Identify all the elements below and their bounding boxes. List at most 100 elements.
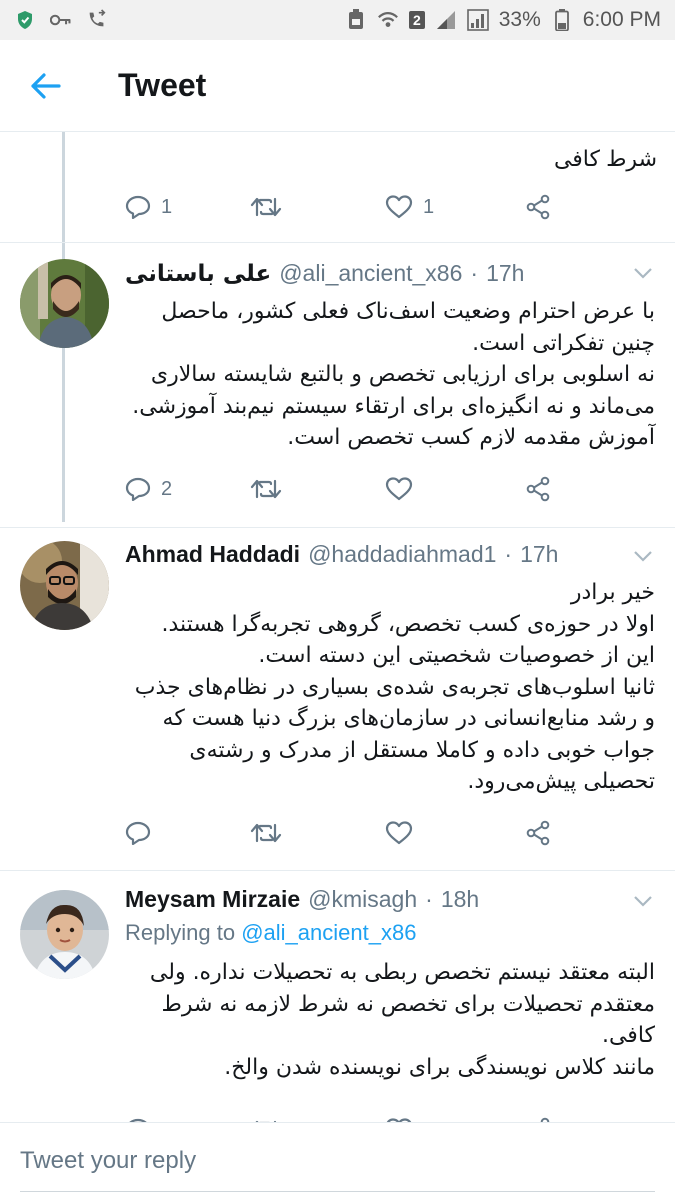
tweet-menu-button[interactable] (633, 549, 653, 567)
share-icon (526, 476, 550, 502)
tweet-line: چنین تفکراتی است. (472, 330, 655, 356)
like-button[interactable] (385, 477, 525, 501)
retweet-icon (250, 197, 282, 217)
author-handle[interactable]: @ali_ancient_x86 (279, 260, 462, 287)
tweet-menu-button[interactable] (633, 894, 653, 912)
share-button[interactable] (525, 194, 551, 220)
tweet-line: و رشد منابع‌انسانی در سازمان‌های بزرگ دن… (162, 706, 655, 731)
author-handle[interactable]: @haddadiahmad1 (308, 541, 496, 568)
author-name[interactable]: Ahmad Haddadi (125, 541, 300, 568)
chevron-down-icon (634, 551, 652, 562)
tweet-text: با عرض احترام وضعیت اسف‌ناک فعلی کشور، م… (120, 296, 655, 454)
tweet-line: مانند کلاس نویسندگی برای نویسنده شدن وال… (224, 1054, 655, 1080)
tweet-line: کافی. (601, 1023, 655, 1048)
tweet-meta: Ahmad Haddadi @haddadiahmad1 · 17h (125, 541, 635, 568)
share-button[interactable] (525, 820, 551, 846)
tweet-actions: 2 (125, 469, 585, 509)
tweet-line: این از خصوصیات شخصیتی این دسته است. (258, 643, 655, 668)
meta-separator: · (470, 260, 479, 286)
chevron-down-icon (634, 896, 652, 907)
meta-separator: · (425, 886, 433, 912)
tweet-line: جواب خوبی داده و کاملا مستقل از مدرک و ر… (189, 737, 655, 763)
like-button[interactable] (385, 821, 525, 845)
share-icon (526, 820, 550, 846)
author-name[interactable]: Meysam Mirzaie (125, 886, 300, 913)
like-button[interactable]: 1 (385, 195, 525, 219)
retweet-button[interactable] (250, 822, 385, 844)
tweet-line: نه اسلوبی برای ارزیابی تخصص و بالتبع شای… (150, 362, 655, 387)
reply-button[interactable]: 1 (125, 195, 250, 219)
replying-to-label: Replying to (125, 920, 236, 945)
partial-tweet-body: شرط کافی (97, 142, 657, 176)
reply-icon (125, 195, 151, 219)
input-underline (20, 1191, 655, 1192)
heart-icon (385, 195, 413, 219)
tweet-item[interactable]: Meysam Mirzaie @kmisagh · 18h Replying t… (0, 870, 675, 1122)
tweet-actions (125, 813, 585, 853)
reply-input[interactable] (20, 1141, 655, 1181)
author-name[interactable]: علی باستانی (125, 261, 271, 287)
heart-icon (385, 821, 413, 845)
tweet-item[interactable]: علی باستانی @ali_ancient_x86 · 17h با عر… (0, 242, 675, 527)
partial-tweet-last-line: شرط کافی (553, 146, 657, 171)
tweet-line: خیر برادر (570, 580, 655, 605)
signal-icon-2 (466, 9, 489, 31)
call-forward-icon (86, 9, 108, 31)
tweet-actions: 1 1 (125, 1110, 585, 1122)
key-icon (50, 9, 72, 31)
retweet-icon (250, 479, 282, 499)
sim-slot-badge: 2 (408, 11, 425, 29)
tweet-line: اولا در حوزه‌ی کسب تخصص، گروهی تجربه‌گرا… (161, 611, 655, 637)
timestamp[interactable]: 18h (441, 886, 479, 913)
status-bar: 2 33% 6:00 PM (0, 0, 675, 40)
reply-button[interactable]: 2 (125, 477, 250, 501)
wifi-icon (377, 9, 399, 31)
tweet-meta: علی باستانی @ali_ancient_x86 · 17h (125, 260, 635, 287)
author-handle[interactable]: @kmisagh (308, 886, 417, 913)
reply-icon (125, 477, 151, 501)
tweet-line: ثانیا اسلوب‌های تجربه‌ی شده‌ی بسیاری در … (134, 674, 655, 700)
reply-count: 1 (161, 195, 173, 218)
battery-icon (551, 9, 573, 31)
timestamp[interactable]: 17h (520, 541, 558, 568)
reply-count: 2 (161, 477, 173, 500)
shield-icon (14, 9, 36, 31)
share-button[interactable] (525, 476, 551, 502)
tweet-line: با عرض احترام وضعیت اسف‌ناک فعلی کشور، م… (161, 299, 655, 324)
timestamp[interactable]: 17h (486, 260, 524, 287)
meta-separator: · (504, 541, 513, 567)
tweet-item[interactable]: Ahmad Haddadi @haddadiahmad1 · 17h خیر ب… (0, 527, 675, 870)
reply-composer (0, 1122, 675, 1200)
replying-to: Replying to @ali_ancient_x86 (125, 920, 416, 946)
tweet-line: تحصیلی پیش‌می‌رود. (467, 769, 655, 794)
heart-icon (385, 477, 413, 501)
tweet-menu-button[interactable] (633, 266, 653, 284)
replying-to-handle[interactable]: @ali_ancient_x86 (241, 920, 416, 945)
signal-icon (435, 9, 457, 31)
avatar[interactable] (20, 890, 109, 979)
chevron-down-icon (634, 268, 652, 279)
battery-percent: 33% (498, 8, 541, 31)
clock: 6:00 PM (582, 8, 661, 31)
reply-icon (125, 821, 151, 845)
tweet-line: البته معتقد نیستم تخصص ربطی به تحصیلات ن… (149, 960, 655, 985)
tweet-meta: Meysam Mirzaie @kmisagh · 18h (125, 886, 635, 913)
avatar[interactable] (20, 259, 109, 348)
page-title: Tweet (118, 67, 207, 103)
avatar[interactable] (20, 541, 109, 630)
tweet-text: البته معتقد نیستم تخصص ربطی به تحصیلات ن… (120, 957, 655, 1083)
nfc-icon (345, 9, 367, 31)
retweet-button[interactable] (250, 478, 385, 500)
arrow-left-icon (31, 72, 61, 99)
tweet-line: معتقدم تحصیلات برای تخصص نه شرط لازمه نه… (161, 991, 655, 1017)
reply-button[interactable] (125, 821, 250, 845)
retweet-button[interactable] (250, 196, 385, 218)
back-button[interactable] (0, 40, 92, 132)
tweet-line: می‌ماند و نه انگیزه‌ای برای ارتقاء سیستم… (132, 393, 655, 419)
app-header: Tweet (0, 40, 675, 132)
share-icon (526, 194, 550, 220)
partial-tweet-actions: 1 1 (125, 187, 585, 227)
tweet-text: خیر برادر اولا در حوزه‌ی کسب تخصص، گروهی… (120, 577, 655, 798)
retweet-icon (250, 823, 282, 843)
tweet-feed[interactable]: شرط کافی 1 1 علی باستانی @ali_ancient_x8… (0, 132, 675, 1122)
